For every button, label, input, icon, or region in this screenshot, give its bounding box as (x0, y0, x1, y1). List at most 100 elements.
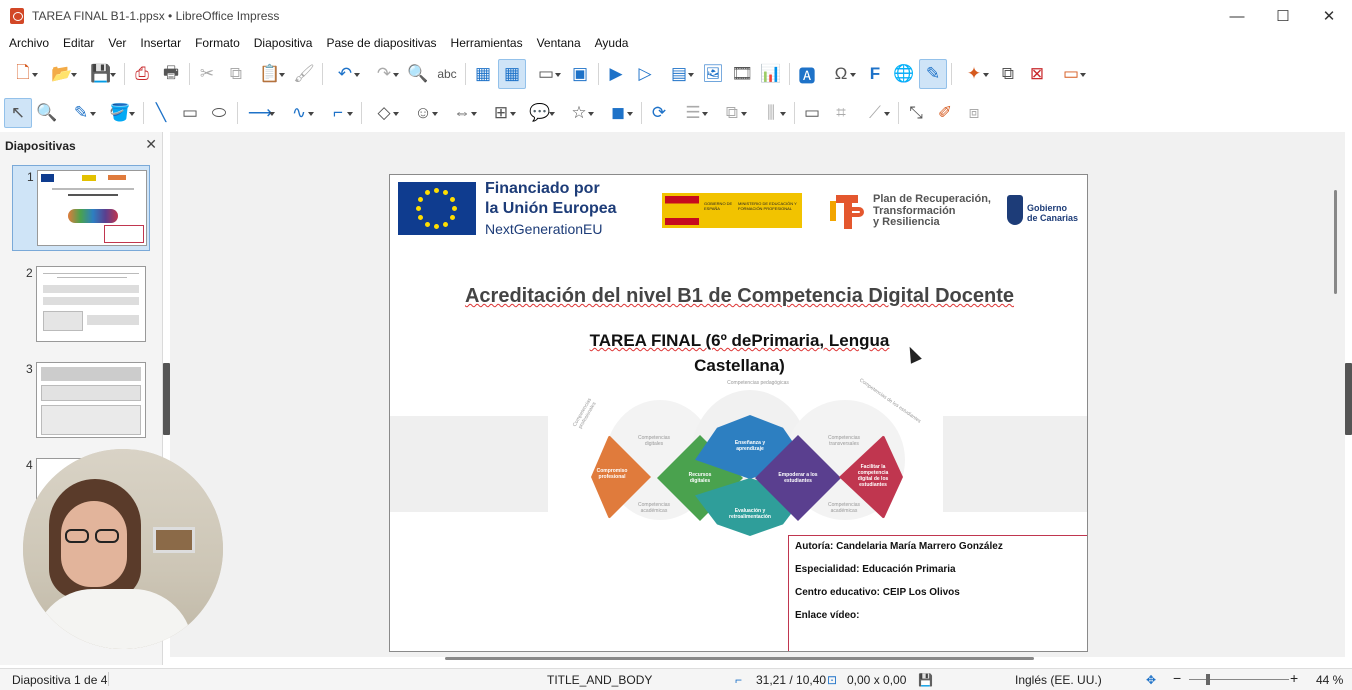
delete-slide-icon[interactable]: ⊠ (1023, 59, 1051, 89)
menu-insertar[interactable]: Insertar (133, 36, 188, 50)
glue-points-icon[interactable]: ✐ (931, 98, 959, 128)
document-modified-icon[interactable]: 💾 (918, 673, 933, 687)
standard-toolbar: 🗋 📂 💾 ⎙ 🖶 ✂ ⧉ 📋 🖌 ↶ ↷ 🔍 abc ▦ ▦ ▭ ▣ ▶ ▷ … (0, 54, 1352, 94)
maximize-button[interactable]: ☐ (1260, 0, 1306, 32)
filter-icon[interactable]: ⟋ (856, 98, 894, 128)
slide-subtitle[interactable]: TAREA FINAL (6º dePrimaria, Lengua Caste… (390, 328, 1087, 378)
table-icon[interactable]: ▤ (660, 59, 698, 89)
language-status[interactable]: Inglés (EE. UU.) (1015, 673, 1102, 687)
fill-color-icon[interactable]: 🪣 (101, 98, 139, 128)
current-slide[interactable]: Financiado por la Unión Europea NextGene… (389, 174, 1088, 652)
toolbar-separator (898, 102, 899, 124)
slide-thumbnail-1[interactable]: 1 (12, 165, 150, 251)
line-color-icon[interactable]: ✎ (62, 98, 100, 128)
hyperlink-icon[interactable]: 🌐 (890, 59, 918, 89)
redo-icon[interactable]: ↷ (365, 59, 403, 89)
duplicate-slide-icon[interactable]: ⧉ (994, 59, 1022, 89)
toolbar-separator (789, 63, 790, 85)
collapse-slides-pane-handle[interactable] (163, 363, 170, 435)
curve-icon[interactable]: ∿ (280, 98, 318, 128)
special-character-icon[interactable]: Ω (822, 59, 860, 89)
author-info-box[interactable]: Autoría: Candelaria María Marrero Gonzál… (788, 535, 1087, 651)
zoom-out-button[interactable]: − (1173, 670, 1181, 686)
align-icon[interactable]: ☰ (674, 98, 712, 128)
rectangle-icon[interactable]: ▭ (176, 98, 204, 128)
zoom-level[interactable]: 44 % (1316, 673, 1343, 687)
open-folder-icon[interactable]: 📂 (43, 59, 81, 89)
cut-icon[interactable]: ✂ (193, 59, 221, 89)
points-icon[interactable]: ⤡ (902, 98, 930, 128)
slide-thumbnail-2[interactable] (36, 266, 146, 342)
snap-grid-icon[interactable]: ▦ (498, 59, 526, 89)
slide-layout-icon[interactable]: ▭ (1052, 59, 1090, 89)
distribute-icon[interactable]: ⫼ (752, 98, 790, 128)
flowchart-icon[interactable]: ⊞ (482, 98, 520, 128)
symbol-shapes-icon[interactable]: ☺ (404, 98, 442, 128)
show-draw-functions-icon[interactable]: ✎ (919, 59, 947, 89)
slide-title[interactable]: Acreditación del nivel B1 de Competencia… (390, 285, 1087, 308)
start-first-slide-icon[interactable]: ▶ (602, 59, 630, 89)
zoom-slider[interactable] (1189, 679, 1289, 680)
zoom-pan-icon[interactable]: 🔍 (33, 98, 61, 128)
fit-slide-icon[interactable]: ✥ (1146, 673, 1156, 687)
menu-editar[interactable]: Editar (56, 36, 101, 50)
slide-thumbnail-3[interactable] (36, 362, 146, 438)
find-replace-icon[interactable]: 🔍 (404, 59, 432, 89)
chart-icon[interactable]: 📊 (757, 59, 785, 89)
close-button[interactable]: ✕ (1306, 0, 1352, 32)
print-icon[interactable]: 🖶 (157, 59, 185, 89)
minimize-button[interactable]: — (1214, 0, 1260, 32)
toggle-extrusion-icon[interactable]: ⧈ (960, 98, 988, 128)
vertical-scrollbar[interactable] (1334, 190, 1337, 294)
arrange-icon[interactable]: ⧉ (713, 98, 751, 128)
master-slide-icon[interactable]: ▣ (566, 59, 594, 89)
grid-icon[interactable]: ▦ (469, 59, 497, 89)
rotate-icon[interactable]: ⟳ (645, 98, 673, 128)
zoom-in-button[interactable]: + (1290, 670, 1298, 686)
select-icon[interactable]: ↖ (4, 98, 32, 128)
arrow-line-icon[interactable]: ⟶ (241, 98, 279, 128)
display-views-icon[interactable]: ▭ (527, 59, 565, 89)
line-icon[interactable]: ╲ (147, 98, 175, 128)
stars-icon[interactable]: ☆ (560, 98, 598, 128)
ministry-logo: GOBIERNO DE ESPAÑA MINISTERIO DE EDUCACI… (662, 193, 802, 228)
spelling-icon[interactable]: abc (433, 59, 461, 89)
menu-ventana[interactable]: Ventana (530, 36, 588, 50)
copy-icon[interactable]: ⧉ (222, 59, 250, 89)
shadow-icon[interactable]: ▭ (798, 98, 826, 128)
position-icon: ⌐ (735, 673, 743, 687)
collapse-sidebar-handle[interactable] (1345, 363, 1352, 435)
new-slide-icon[interactable]: ✦ (955, 59, 993, 89)
menu-archivo[interactable]: Archivo (2, 36, 56, 50)
menu-ayuda[interactable]: Ayuda (588, 36, 636, 50)
block-arrows-icon[interactable]: ⇔ (443, 98, 481, 128)
menu-diapositiva[interactable]: Diapositiva (247, 36, 320, 50)
connector-icon[interactable]: ⌐ (319, 98, 357, 128)
3d-objects-icon[interactable]: ◼ (599, 98, 637, 128)
horizontal-scrollbar[interactable] (445, 657, 1034, 660)
menu-formato[interactable]: Formato (188, 36, 247, 50)
save-icon[interactable]: 💾 (82, 59, 120, 89)
toolbar-separator (124, 63, 125, 85)
start-current-slide-icon[interactable]: ▷ (631, 59, 659, 89)
export-pdf-icon[interactable]: ⎙ (128, 59, 156, 89)
fontwork-icon[interactable]: F (861, 59, 889, 89)
subtitle-line1: TAREA FINAL (6º dePrimaria, Lengua (589, 331, 890, 350)
paste-icon[interactable]: 📋 (251, 59, 289, 89)
close-pane-icon[interactable]: ✕ (145, 136, 157, 153)
menu-ver[interactable]: Ver (101, 36, 133, 50)
undo-icon[interactable]: ↶ (326, 59, 364, 89)
ellipse-icon[interactable]: ⬭ (205, 98, 233, 128)
text-box-icon[interactable]: 🅰 (793, 59, 821, 89)
callouts-icon[interactable]: 💬 (521, 98, 559, 128)
zoom-slider-handle[interactable] (1206, 674, 1210, 685)
basic-shapes-icon[interactable]: ◇ (365, 98, 403, 128)
new-icon[interactable]: 🗋 (4, 59, 42, 89)
crop-icon[interactable]: ⌗ (827, 98, 855, 128)
menu-herramientas[interactable]: Herramientas (444, 36, 530, 50)
media-icon[interactable]: 🎞 (728, 59, 756, 89)
slide-number: 3 (26, 362, 33, 376)
clone-formatting-icon[interactable]: 🖌 (290, 59, 318, 89)
image-icon[interactable]: 🖼 (699, 59, 727, 89)
menu-pase-de-diapositivas[interactable]: Pase de diapositivas (319, 36, 443, 50)
